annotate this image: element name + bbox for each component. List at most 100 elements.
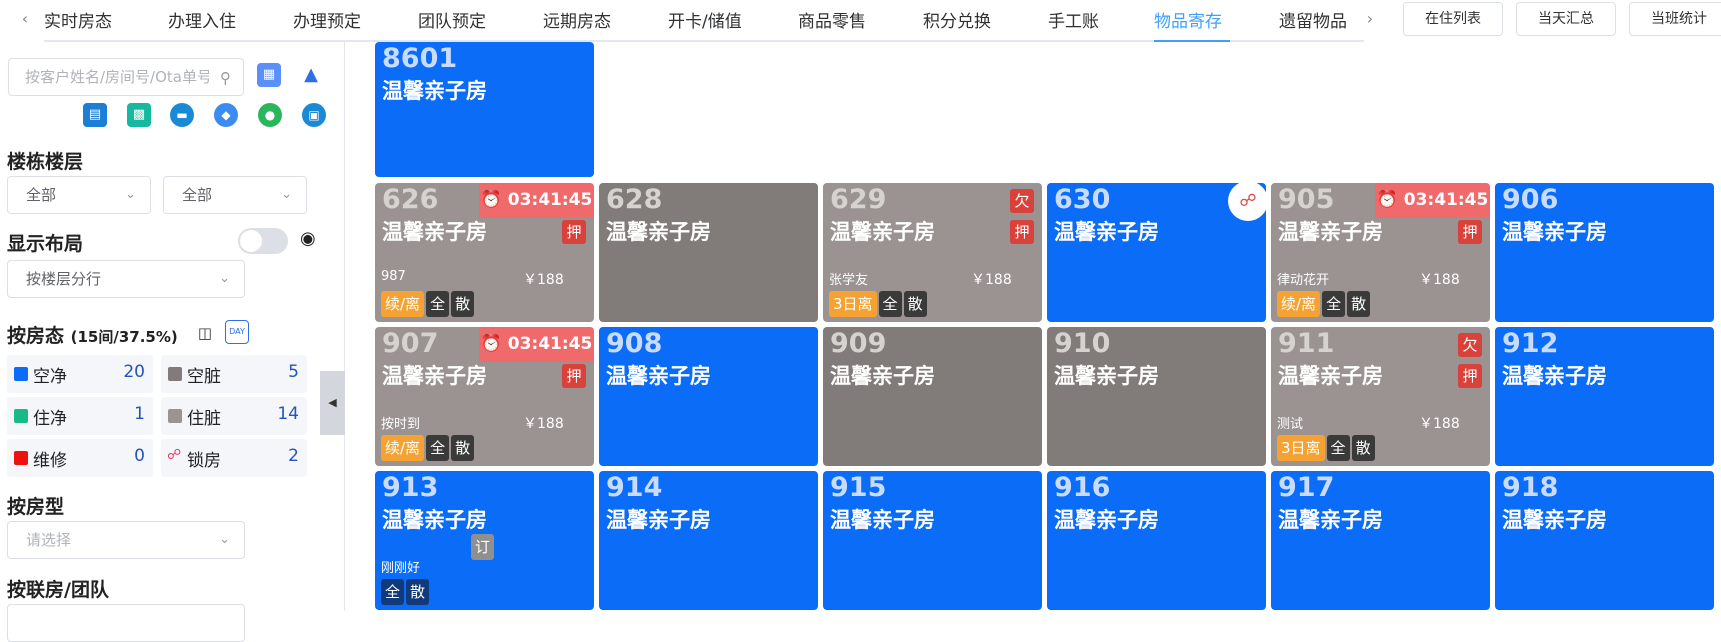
tab-lost-items[interactable]: 遗留物品 [1279,7,1347,32]
room-type: 温馨亲子房 [1054,508,1159,532]
tab-realtime-status[interactable]: 实时房态 [44,7,112,32]
tab-storage[interactable]: 物品寄存 [1154,7,1222,32]
eye-icon[interactable]: ◉ [300,228,316,249]
agreement-icon[interactable]: ● [258,103,282,127]
stay-tag: 全 [426,291,450,317]
room-type-title: 按房型 [7,496,65,518]
room-card[interactable]: 905 温馨亲子房 ⏰ 03:41:45 押律动花开 ￥188 续/离全散 [1271,183,1490,322]
tab-retail[interactable]: 商品零售 [798,7,866,32]
group-select[interactable] [7,604,245,642]
building-icon[interactable]: ▩ [127,103,151,127]
day-calendar-icon[interactable]: DAY [225,320,249,344]
stay-tag: 散 [451,291,475,317]
room-number: 912 [1502,328,1559,359]
guest-name: 张学友 [829,273,869,288]
search-input[interactable] [9,59,209,95]
layout-select[interactable]: 按楼层分行 ⌄ [7,260,245,298]
status-color-dot [168,367,182,381]
tab-check-in[interactable]: 办理入住 [168,7,236,32]
stay-tag: 续/离 [381,291,425,317]
status-label: 维修 [33,451,67,471]
room-card[interactable]: 914 温馨亲子房 [599,471,818,610]
tabs-prev-icon[interactable]: ‹ [16,9,34,28]
room-card[interactable]: 913 温馨亲子房订刚刚好全散 [375,471,594,610]
stay-tags: 3日离全散 [1277,435,1377,461]
room-price: ￥188 [1419,272,1460,288]
room-type: 温馨亲子房 [1502,364,1607,388]
room-card[interactable]: 628 温馨亲子房 [599,183,818,322]
room-card[interactable]: 629 温馨亲子房 欠押张学友 ￥188 3日离全散 [823,183,1042,322]
top-navigation: ‹ 实时房态 办理入住 办理预定 团队预定 远期房态 开卡/储值 商品零售 积分… [0,0,1721,42]
car-icon[interactable]: ▣ [302,103,326,127]
collapse-sidebar-handle[interactable]: ◀ [320,371,345,435]
group-title: 按联房/团队 [7,579,109,601]
room-card[interactable]: 915 温馨亲子房 [823,471,1042,610]
daily-summary-button[interactable]: 当天汇总 [1516,2,1616,36]
guest-card-icon[interactable]: ▤ [83,103,107,127]
building-select[interactable]: 全部 ⌄ [7,176,151,214]
stay-tag: 全 [1322,291,1346,317]
in-house-list-button[interactable]: 在住列表 [1403,2,1503,36]
status-color-dot [14,367,28,381]
tab-future-status[interactable]: 远期房态 [543,7,611,32]
room-card[interactable]: 909 温馨亲子房 [823,327,1042,466]
chevron-down-icon: ⌄ [125,187,136,202]
alarm-clock-icon: ⏰ [480,190,502,210]
diamond-icon[interactable]: ◆ [214,103,238,127]
room-card[interactable]: 907 温馨亲子房 ⏰ 03:41:45 押按时到 ￥188 续/离全散 [375,327,594,466]
room-card[interactable]: 917 温馨亲子房 [1271,471,1490,610]
room-number: 911 [1278,328,1335,359]
tab-card-recharge[interactable]: 开卡/储值 [668,7,742,32]
room-type-select[interactable]: 请选择 ⌄ [7,521,245,559]
status-locked[interactable]: ☍ 锁房 2 [161,439,307,477]
card-reader-icon[interactable]: ▦ [257,63,281,87]
floor-select[interactable]: 全部 ⌄ [163,176,307,214]
room-price: ￥188 [523,272,564,288]
room-number: 626 [382,184,439,215]
room-type: 温馨亲子房 [830,220,935,244]
room-card[interactable]: 916 温馨亲子房 [1047,471,1266,610]
tab-group-reservation[interactable]: 团队预定 [418,7,486,32]
status-occupied-clean[interactable]: 住净 1 [7,397,153,435]
status-label: 锁房 [187,451,221,471]
layout-toggle[interactable] [238,228,288,254]
presentation-icon[interactable]: ◫ [193,321,217,345]
room-card[interactable]: 918 温馨亲子房 [1495,471,1714,610]
tab-manual-account[interactable]: 手工账 [1048,7,1099,32]
room-card[interactable]: 626 温馨亲子房 ⏰ 03:41:45 押 987 ￥188 续/离全散 [375,183,594,322]
room-type: 温馨亲子房 [1502,508,1607,532]
tab-reservation[interactable]: 办理预定 [293,7,361,32]
room-number: 910 [1054,328,1111,359]
status-count: 14 [277,404,299,424]
shift-stats-button[interactable]: 当班统计 [1629,2,1721,36]
lock-icon: ☍ [1228,183,1266,221]
deposit-badge: 押 [1458,364,1482,388]
tab-points-exchange[interactable]: 积分兑换 [923,7,991,32]
room-card[interactable]: 906 温馨亲子房 [1495,183,1714,322]
room-card[interactable]: 8601 温馨亲子房 [375,42,594,177]
status-vacant-dirty[interactable]: 空脏 5 [161,355,307,393]
room-type: 温馨亲子房 [1502,220,1607,244]
status-count: 20 [123,362,145,382]
status-maintenance[interactable]: 维修 0 [7,439,153,477]
room-type: 温馨亲子房 [382,79,487,103]
status-count: 5 [288,362,299,382]
room-card[interactable]: 911 温馨亲子房 欠押测试 ￥188 3日离全散 [1271,327,1490,466]
room-card[interactable]: 912 温馨亲子房 [1495,327,1714,466]
tabs-next-icon[interactable]: › [1361,9,1379,28]
status-vacant-clean[interactable]: 空净 20 [7,355,153,393]
room-card[interactable]: 910 温馨亲子房 [1047,327,1266,466]
status-occupied-dirty[interactable]: 住脏 14 [161,397,307,435]
stay-tags: 续/离全散 [381,435,476,461]
room-type: 温馨亲子房 [830,364,935,388]
room-number: 915 [830,472,887,503]
room-card[interactable]: 630 温馨亲子房 ☍ [1047,183,1266,322]
stay-tag: 全 [1326,435,1350,461]
arrears-badge: 欠 [1010,189,1034,213]
search-icon[interactable]: ⚲ [220,69,231,87]
timer-value: 03:41:45 [507,190,593,210]
room-card[interactable]: 908 温馨亲子房 [599,327,818,466]
stay-tag: 散 [1347,291,1371,317]
rocket-icon[interactable]: ▲ [299,63,323,87]
bed-icon[interactable]: ▬ [170,103,194,127]
